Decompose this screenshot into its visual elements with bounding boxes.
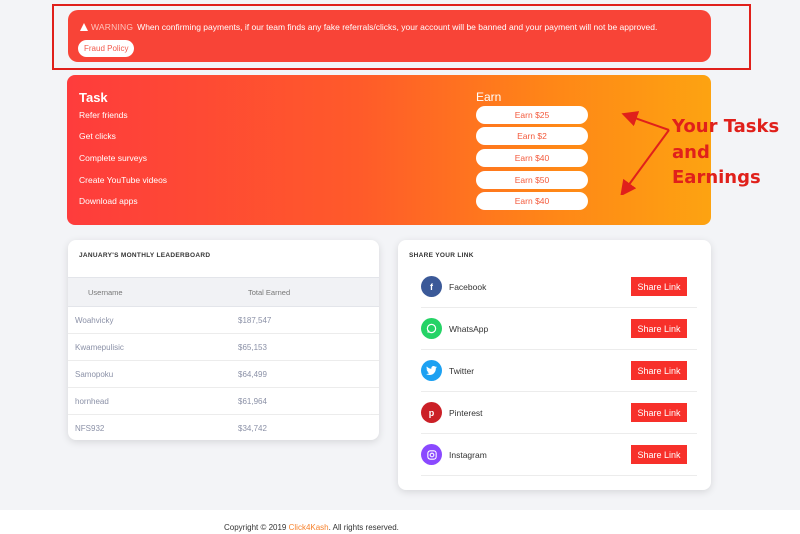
username-cell: Woahvicky (75, 316, 114, 325)
share-link-button[interactable]: Share Link (631, 361, 687, 380)
username-cell: hornhead (75, 397, 109, 406)
share-row-facebook: f Facebook Share Link (421, 266, 697, 308)
username-cell: Samopoku (75, 370, 114, 379)
share-row-whatsapp: WhatsApp Share Link (421, 308, 697, 350)
instagram-icon (421, 444, 442, 465)
share-network-name: Instagram (449, 450, 487, 460)
earned-cell: $34,742 (238, 424, 267, 433)
share-row-pinterest: p Pinterest Share Link (421, 392, 697, 434)
share-network-name: Facebook (449, 282, 487, 292)
task-name: Get clicks (79, 131, 116, 141)
share-link-button[interactable]: Share Link (631, 403, 687, 422)
username-cell: Kwamepulisic (75, 343, 124, 352)
task-name: Create YouTube videos (79, 175, 168, 185)
earn-button[interactable]: Earn $25 (476, 106, 588, 124)
footer: Copyright © 2019 Click4Kash. All rights … (0, 510, 800, 534)
warning-banner: WARNING When confirming payments, if our… (68, 10, 711, 62)
table-row: Woahvicky $187,547 (68, 307, 379, 334)
share-link-button[interactable]: Share Link (631, 277, 687, 296)
copyright-prefix: Copyright © 2019 (224, 523, 289, 532)
task-header: Task (79, 90, 108, 105)
leaderboard-header: Username Total Earned (68, 277, 379, 307)
earned-cell: $65,153 (238, 343, 267, 352)
earn-button[interactable]: Earn $50 (476, 171, 588, 189)
facebook-icon: f (421, 276, 442, 297)
warning-message: When confirming payments, if our team fi… (137, 22, 658, 32)
table-row: Samopoku $64,499 (68, 361, 379, 388)
earn-button[interactable]: Earn $40 (476, 192, 588, 210)
task-name: Download apps (79, 196, 138, 206)
total-earned-column-header: Total Earned (248, 288, 291, 297)
share-link-button[interactable]: Share Link (631, 445, 687, 464)
earned-cell: $61,964 (238, 397, 267, 406)
footer-copyright: Copyright © 2019 Click4Kash. All rights … (224, 523, 399, 532)
share-network-name: Pinterest (449, 408, 483, 418)
earn-button[interactable]: Earn $40 (476, 149, 588, 167)
username-cell: NFS932 (75, 424, 105, 433)
warning-line: WARNING When confirming payments, if our… (80, 22, 657, 32)
earned-cell: $64,499 (238, 370, 267, 379)
share-network-name: Twitter (449, 366, 475, 376)
table-row: hornhead $61,964 (68, 388, 379, 415)
share-link-card: SHARE YOUR LINK f Facebook Share Link Wh… (398, 240, 711, 490)
leaderboard-card: JANUARY'S MONTHLY LEADERBOARD Username T… (68, 240, 379, 440)
earn-button[interactable]: Earn $2 (476, 127, 588, 145)
leaderboard-title: JANUARY'S MONTHLY LEADERBOARD (79, 252, 211, 259)
task-name: Refer friends (79, 110, 128, 120)
warning-icon (80, 23, 88, 31)
share-row-twitter: Twitter Share Link (421, 350, 697, 392)
annotation-line: Earnings (672, 167, 761, 188)
twitter-icon (421, 360, 442, 381)
brand-link[interactable]: Click4Kash (289, 523, 329, 532)
pinterest-icon: p (421, 402, 442, 423)
copyright-suffix: . All rights reserved. (328, 523, 399, 532)
share-row-instagram: Instagram Share Link (421, 434, 697, 476)
whatsapp-icon (421, 318, 442, 339)
annotation-line: Your Tasks (672, 116, 780, 137)
share-link-button[interactable]: Share Link (631, 319, 687, 338)
share-network-name: WhatsApp (449, 324, 489, 334)
annotation-arrows (620, 111, 670, 195)
share-title: SHARE YOUR LINK (409, 252, 474, 259)
earned-cell: $187,547 (238, 316, 272, 325)
annotation-line: and (672, 142, 710, 163)
warning-tag: WARNING (91, 22, 134, 32)
username-column-header: Username (88, 288, 123, 297)
earn-header: Earn (476, 90, 502, 104)
table-row: Kwamepulisic $65,153 (68, 334, 379, 361)
task-name: Complete surveys (79, 153, 148, 163)
table-row: NFS932 $34,742 (68, 415, 379, 442)
fraud-policy-button[interactable]: Fraud Policy (78, 40, 135, 57)
